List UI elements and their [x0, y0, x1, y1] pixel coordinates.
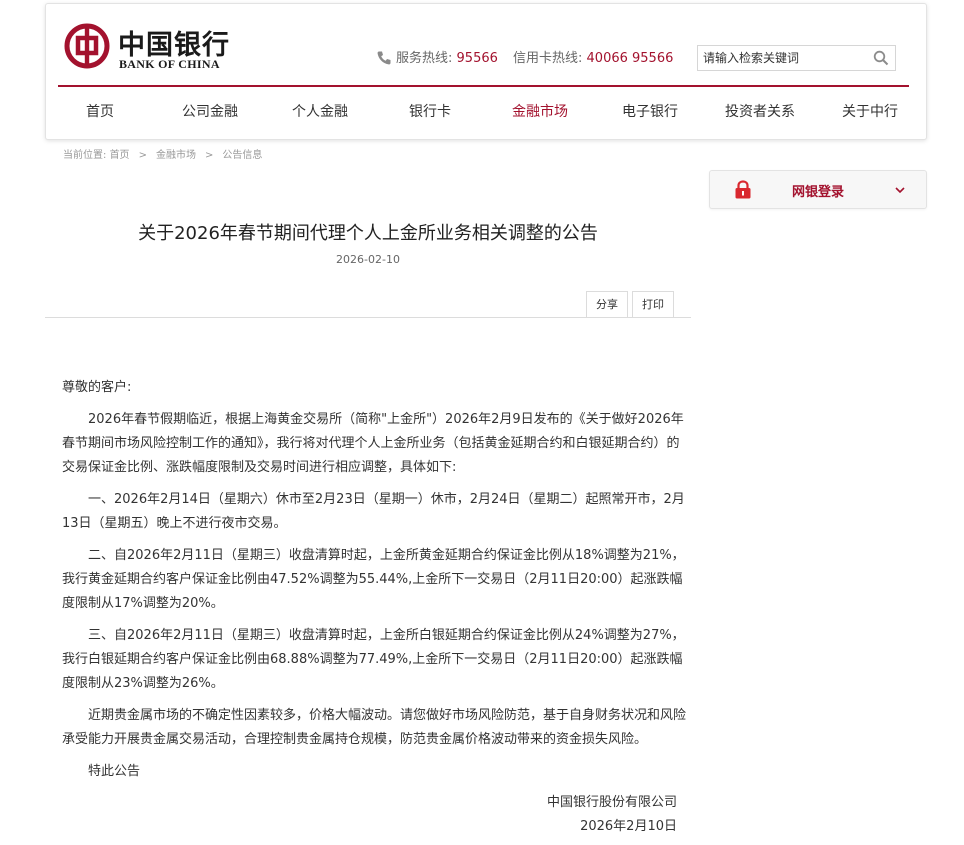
share-button[interactable]: 分享 — [586, 291, 628, 317]
article-sign-date: 2026年2月10日 — [580, 819, 677, 834]
breadcrumb-prefix: 当前位置: — [63, 150, 107, 161]
article-line: 近期贵金属市场的不确定性因素较多，价格大幅波动。请您做好市场风险防范，基于自身财… — [62, 708, 687, 723]
bank-logo[interactable]: 中国银行 BANK OF CHINA — [64, 23, 254, 73]
nav-item-personal[interactable]: 个人金融 — [292, 100, 348, 124]
article-line: 春节期间市场风险控制工作的通知》，我行将对代理个人上金所业务（包括黄金延期合约和… — [62, 436, 680, 451]
article-line: 我行白银延期合约客户保证金比例由68.88%调整为77.49%,上金所下一交易日… — [62, 652, 683, 667]
article-line: 度限制从23%调整为26%。 — [62, 676, 224, 691]
nav-item-home[interactable]: 首页 — [86, 100, 114, 124]
search-input[interactable] — [698, 46, 863, 70]
breadcrumb-financial-markets[interactable]: 金融市场 — [156, 150, 196, 161]
article-line: 我行黄金延期合约客户保证金比例由47.52%调整为55.44%,上金所下一交易日… — [62, 572, 683, 587]
service-hotline-number: 95566 — [456, 51, 498, 66]
online-banking-login[interactable]: 网银登录 — [709, 170, 927, 209]
login-label: 网银登录 — [792, 185, 845, 200]
print-button[interactable]: 打印 — [632, 291, 674, 317]
article-greeting: 尊敬的客户: — [62, 380, 132, 395]
phone-icon — [377, 51, 391, 65]
lock-icon — [735, 180, 751, 199]
site-header: 中国银行 BANK OF CHINA 服务热线: 95566 信用卡热线: 40… — [45, 3, 927, 140]
breadcrumb-announcements[interactable]: 公告信息 — [222, 150, 262, 161]
card-hotline-label: 信用卡热线: — [513, 51, 583, 66]
main-nav: 首页 公司金融 个人金融 银行卡 金融市场 电子银行 投资者关系 关于中行 — [46, 100, 926, 124]
article-line: 二、自2026年2月11日（星期三）收盘清算时起，上金所黄金延期合约保证金比例从… — [62, 548, 685, 563]
nav-item-corporate[interactable]: 公司金融 — [182, 100, 238, 124]
nav-item-cards[interactable]: 银行卡 — [409, 100, 451, 124]
article-signature: 中国银行股份有限公司 — [546, 795, 677, 810]
logo-english-name: BANK OF CHINA — [119, 57, 220, 71]
nav-item-e-banking[interactable]: 电子银行 — [622, 100, 678, 124]
article-line: 一、2026年2月14日（星期六）休市至2月23日（星期一）休市，2月24日（星… — [62, 492, 685, 507]
article-line: 13日（星期五）晚上不进行夜市交易。 — [62, 516, 287, 531]
boc-emblem-icon — [64, 23, 110, 69]
article-line: 交易保证金比例、涨跌幅度限制及交易时间进行相应调整，具体如下: — [62, 460, 457, 475]
article-line: 承受能力开展贵金属交易活动，合理控制贵金属持仓规模，防范贵金属价格波动带来的资金… — [62, 732, 648, 747]
article-closing: 特此公告 — [62, 764, 141, 779]
article-title: 关于2026年春节期间代理个人上金所业务相关调整的公告 — [138, 223, 598, 244]
article-divider — [45, 317, 691, 318]
article-date: 2026-02-10 — [336, 253, 400, 266]
service-hotline: 服务热线: 95566 — [396, 49, 498, 69]
chevron-right-icon: > — [138, 150, 147, 161]
article-line: 三、自2026年2月11日（星期三）收盘清算时起，上金所白银延期合约保证金比例从… — [62, 628, 685, 643]
chevron-right-icon: > — [204, 150, 214, 161]
chevron-down-icon[interactable] — [893, 183, 907, 197]
article-line: 度限制从17%调整为20%。 — [62, 596, 224, 611]
search-icon[interactable] — [873, 50, 889, 66]
nav-item-about[interactable]: 关于中行 — [842, 100, 898, 124]
article-line: 2026年春节假期临近，根据上海黄金交易所（简称"上金所"）2026年2月9日发… — [62, 412, 684, 427]
search-box — [697, 45, 896, 71]
nav-divider — [58, 85, 909, 87]
breadcrumb: 当前位置: 首页 > 金融市场 > 公告信息 — [63, 146, 262, 161]
card-hotline: 信用卡热线: 40066 95566 — [513, 49, 673, 69]
breadcrumb-home[interactable]: 首页 — [110, 150, 130, 161]
service-hotline-label: 服务热线: — [396, 51, 453, 66]
card-hotline-number: 40066 95566 — [586, 51, 674, 66]
nav-item-financial-markets[interactable]: 金融市场 — [512, 100, 568, 124]
nav-item-investor-relations[interactable]: 投资者关系 — [725, 100, 795, 124]
